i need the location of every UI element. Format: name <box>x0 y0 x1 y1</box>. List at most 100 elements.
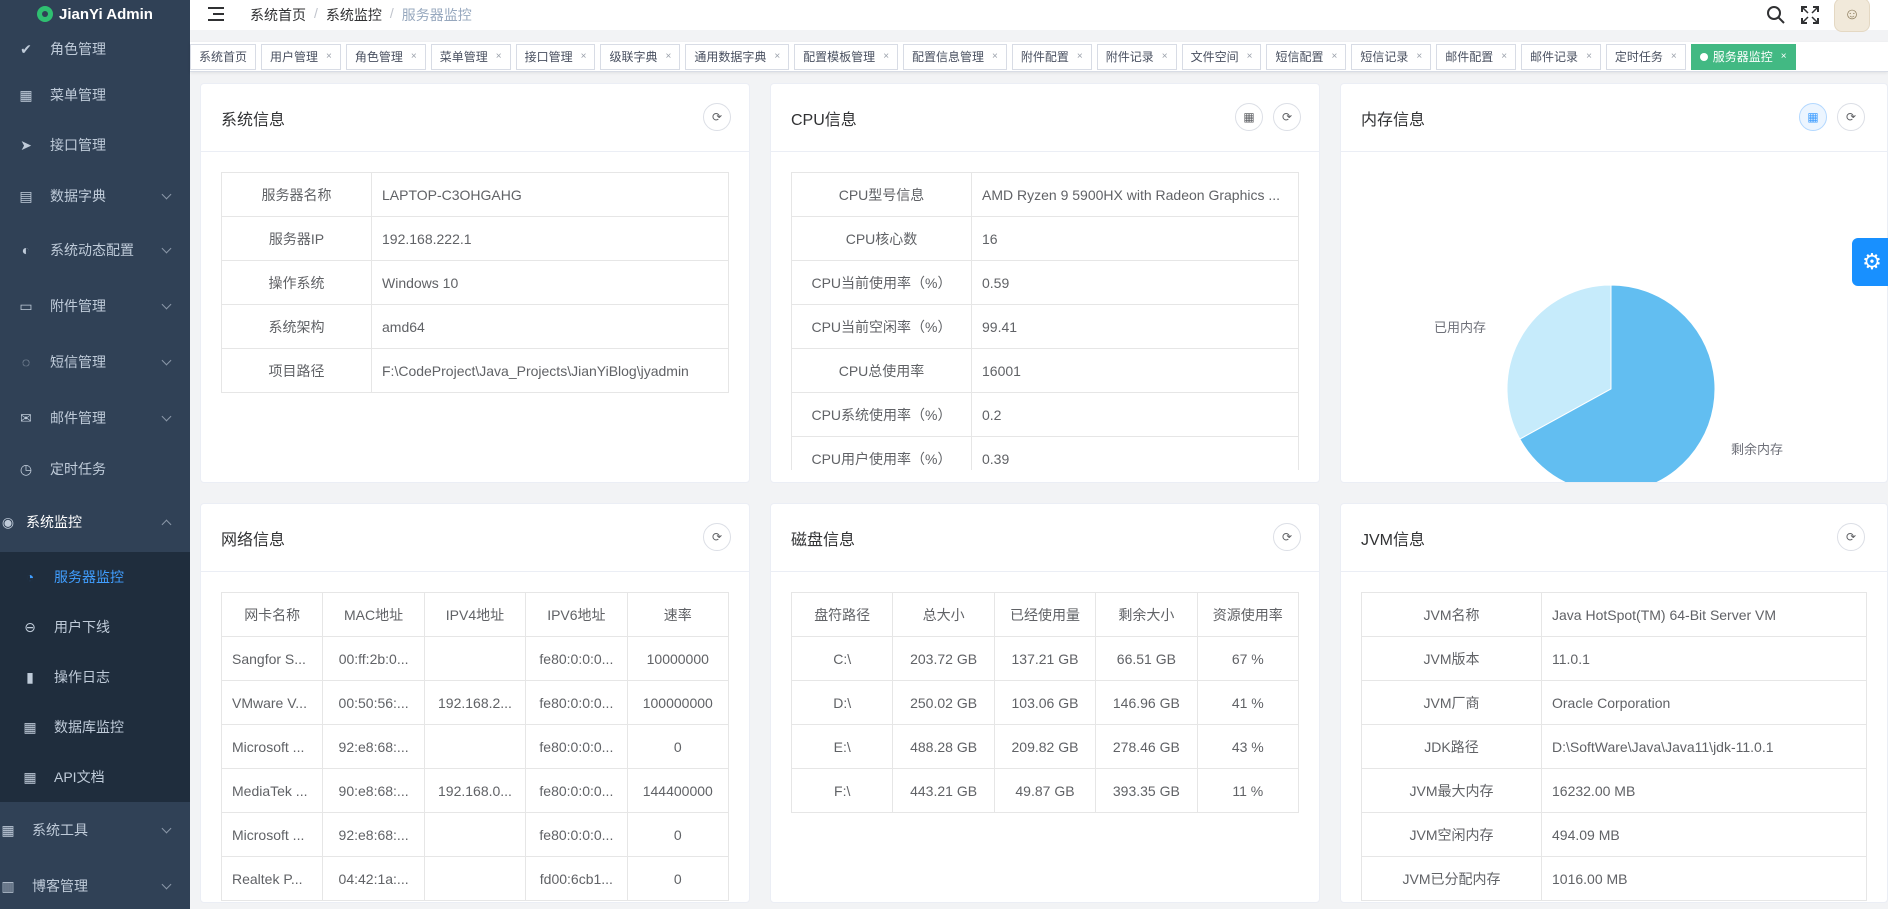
close-icon[interactable]: × <box>1671 51 1677 62</box>
table-cell: fd00:6cb1... <box>525 856 628 901</box>
sidebar-item-sidebar-items-6[interactable]: ◌ 短信管理 <box>0 334 190 390</box>
sidebar-item-label: 操作日志 <box>54 669 110 685</box>
tag-13[interactable]: 短信记录 × <box>1351 43 1432 70</box>
grid-icon[interactable]: ▦ <box>1235 103 1263 131</box>
close-icon[interactable]: × <box>496 51 502 62</box>
close-icon[interactable]: × <box>1501 51 1507 62</box>
table-cell: 00:50:56:... <box>322 680 425 725</box>
sidebar-item-sidebar-items-1[interactable]: ▦ 菜单管理 <box>0 70 190 120</box>
sidebar-item-sidebar-items-4[interactable]: ◐ 系统动态配置 <box>0 222 190 278</box>
refresh-icon[interactable]: ⟳ <box>1837 523 1865 551</box>
table-row: F:\ 443.21 GB 49.87 GB 393.35 GB 11 % <box>790 768 1300 813</box>
avatar[interactable]: ☺ <box>1834 0 1870 32</box>
sidebar-item-sidebar-items-0[interactable]: ✔ 角色管理 <box>0 28 190 70</box>
column-header: 速率 <box>626 592 730 637</box>
close-icon[interactable]: × <box>774 51 780 62</box>
row-value: D:\SoftWare\Java\Java11\jdk-11.0.1 <box>1541 724 1867 769</box>
tag-0[interactable]: 系统首页 <box>190 43 257 70</box>
row-key: 服务器名称 <box>221 172 372 217</box>
refresh-icon[interactable]: ⟳ <box>703 103 731 131</box>
close-icon[interactable]: × <box>1247 51 1253 62</box>
tag-9[interactable]: 附件配置 × <box>1011 43 1092 70</box>
tag-10[interactable]: 附件记录 × <box>1096 43 1177 70</box>
system-info-table: 服务器名称 LAPTOP-C3OHGAHG 服务器IP 192.168.222.1 操作… <box>221 172 729 393</box>
close-icon[interactable]: × <box>665 51 671 62</box>
close-icon[interactable]: × <box>326 51 332 62</box>
chevron-down-icon <box>161 243 172 254</box>
app-logo[interactable]: JianYi Admin <box>0 0 190 28</box>
table-cell: C:\ <box>790 636 894 681</box>
close-icon[interactable]: × <box>1162 51 1168 62</box>
sidebar-item-sidebar-open_group-children-2[interactable]: ▮ 操作日志 <box>0 652 190 702</box>
camera-icon: ◉ <box>1 513 15 530</box>
column-header: 已经使用量 <box>993 592 1097 637</box>
settings-gear-icon[interactable]: ⚙ <box>1852 238 1888 286</box>
close-icon[interactable]: × <box>1331 51 1337 62</box>
sidebar-item-sidebar-after_items-0[interactable]: ▦ 系统工具 <box>0 802 190 858</box>
search-icon[interactable] <box>1766 5 1786 25</box>
tag-16[interactable]: 定时任务 × <box>1605 43 1686 70</box>
hamburger-icon[interactable] <box>208 7 228 23</box>
sidebar-item-sidebar-after_items-1[interactable]: ▥ 博客管理 <box>0 858 190 909</box>
tag-3[interactable]: 菜单管理 × <box>430 43 511 70</box>
sidebar-item-sidebar-open_group-children-0[interactable]: ◔ 服务器监控 <box>0 552 190 602</box>
card-header: 内存信息 ▦ ⟳ <box>1341 84 1887 152</box>
breadcrumb-item-monitor[interactable]: 系统监控 <box>326 5 382 25</box>
column-header: IPV4地址 <box>423 592 527 637</box>
table-row: JVM已分配内存 1016.00 MB <box>1361 856 1867 901</box>
breadcrumb: 系统首页 / 系统监控 / 服务器监控 <box>250 5 472 25</box>
tag-7[interactable]: 配置模板管理 × <box>794 43 899 70</box>
sidebar-item-sidebar-open_group-children-3[interactable]: ▦ 数据库监控 <box>0 702 190 752</box>
close-icon[interactable]: × <box>1781 51 1787 62</box>
sidebar-item-sidebar-items-5[interactable]: ▭ 附件管理 <box>0 278 190 334</box>
fullscreen-icon[interactable] <box>1800 5 1820 25</box>
tag-14[interactable]: 邮件配置 × <box>1436 43 1517 70</box>
row-value: Java HotSpot(TM) 64-Bit Server VM <box>1541 592 1867 637</box>
close-icon[interactable]: × <box>581 51 587 62</box>
tag-4[interactable]: 接口管理 × <box>515 43 596 70</box>
card-title: 网络信息 <box>221 531 286 549</box>
row-key: CPU总使用率 <box>791 348 972 393</box>
minus-circle-icon: ⊖ <box>24 618 36 635</box>
grid-icon[interactable]: ▦ <box>1799 103 1827 131</box>
tag-label: 邮件配置 <box>1445 50 1494 64</box>
close-icon[interactable]: × <box>1077 51 1083 62</box>
tag-12[interactable]: 短信配置 × <box>1266 43 1347 70</box>
card-header: CPU信息 ▦ ⟳ <box>771 84 1319 152</box>
tag-17[interactable]: 服务器监控 × <box>1690 43 1796 70</box>
table-cell: Microsoft ... <box>220 724 324 769</box>
sidebar-item-sidebar-items-2[interactable]: ➤ 接口管理 <box>0 120 190 170</box>
row-key: JVM空闲内存 <box>1361 812 1542 857</box>
sidebar-item-sidebar-open_group-children-4[interactable]: ▦ API文档 <box>0 752 190 802</box>
tag-label: 角色管理 <box>354 50 403 64</box>
tag-6[interactable]: 通用数据字典 × <box>685 43 790 70</box>
breadcrumb-item-home[interactable]: 系统首页 <box>250 5 306 25</box>
table-cell: VMware V... <box>220 680 324 725</box>
tag-15[interactable]: 邮件记录 × <box>1521 43 1601 70</box>
active-dot-icon <box>1699 52 1708 61</box>
tag-1[interactable]: 用户管理 × <box>261 43 341 70</box>
table-cell: 43 % <box>1196 724 1300 769</box>
row-key: CPU型号信息 <box>791 172 972 217</box>
sidebar-item-sidebar-open_group-children-1[interactable]: ⊖ 用户下线 <box>0 602 190 652</box>
refresh-icon[interactable]: ⟳ <box>1273 103 1301 131</box>
sidebar-item-sidebar-items-3[interactable]: ▤ 数据字典 <box>0 170 190 222</box>
sidebar-item-sidebar-items-8[interactable]: ◷ 定时任务 <box>0 446 190 492</box>
close-icon[interactable]: × <box>411 51 417 62</box>
row-value: amd64 <box>371 304 729 349</box>
sidebar-item-sidebar-items-7[interactable]: ✉ 邮件管理 <box>0 390 190 446</box>
tag-2[interactable]: 角色管理 × <box>345 43 426 70</box>
tag-8[interactable]: 配置信息管理 × <box>903 43 1007 70</box>
tag-11[interactable]: 文件空间 × <box>1181 43 1262 70</box>
close-icon[interactable]: × <box>1416 51 1422 62</box>
refresh-icon[interactable]: ⟳ <box>1273 523 1301 551</box>
refresh-icon[interactable]: ⟳ <box>1837 103 1865 131</box>
close-icon[interactable]: × <box>1586 51 1592 62</box>
close-icon[interactable]: × <box>992 51 998 62</box>
refresh-icon[interactable]: ⟳ <box>703 523 731 551</box>
close-icon[interactable]: × <box>883 51 889 62</box>
sidebar-item-sidebar-open_group[interactable]: ◉ 系统监控 <box>0 492 190 552</box>
table-cell: 10000000 <box>626 636 730 681</box>
sidebar-item-label: 附件管理 <box>50 298 106 314</box>
tag-5[interactable]: 级联字典 × <box>600 43 681 70</box>
